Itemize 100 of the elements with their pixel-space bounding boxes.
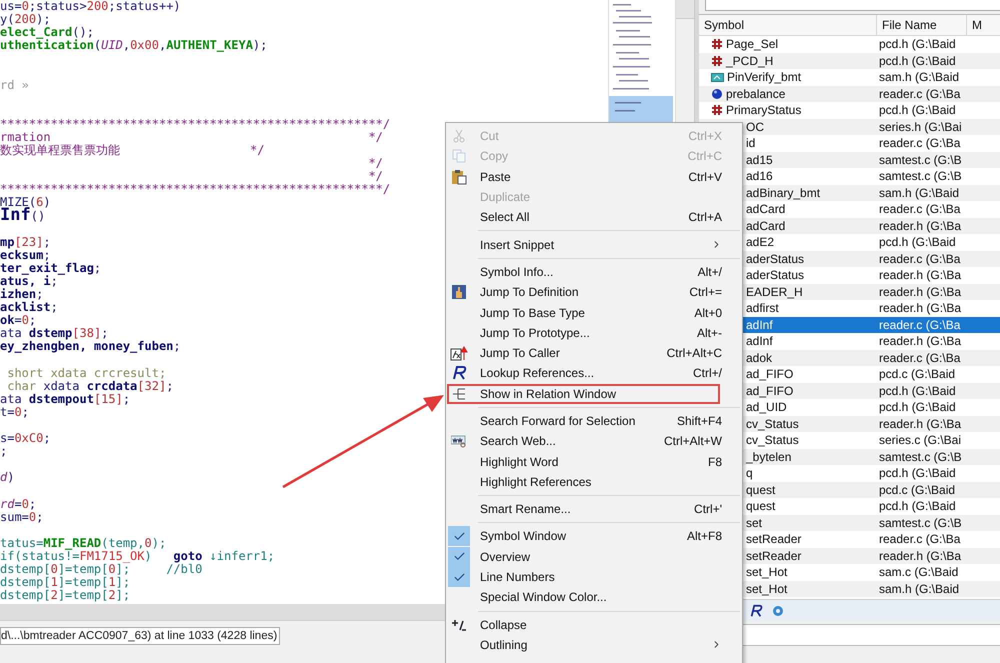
symbol-name: quest <box>746 482 776 497</box>
code-line: dstemp[1]=temp[1]; <box>0 576 130 590</box>
file-name: sam.h (G:\Baid <box>879 582 960 596</box>
symbol-name: PinVerify_bmt <box>727 70 802 84</box>
code-line: dstemp[2]=temp[2]; <box>0 589 130 602</box>
code-line: 数实现单程票售票功能 */ <box>0 144 264 158</box>
file-name: sam.c (G:\Baid <box>879 565 958 580</box>
symbol-name: ad_UID <box>746 400 787 414</box>
code-line: us=0;status>200;status++) <box>0 0 181 14</box>
file-name: reader.h (G:\Ba <box>879 218 962 233</box>
file-name: pcd.h (G:\Baid <box>879 384 956 398</box>
code-line: ata dstemp[38]; <box>0 327 108 340</box>
code-line: sum=0; <box>0 510 44 524</box>
symbol-name: ad_FIFO <box>746 384 794 398</box>
symbol-name: cv_Status <box>746 433 799 448</box>
file-name: reader.h (G:\Ba <box>879 284 962 299</box>
symbol-name: setReader <box>746 532 802 546</box>
code-line: */ <box>367 170 383 184</box>
file-name: sam.h (G:\Baid <box>879 186 960 200</box>
symbol-name: ad_FIFO <box>746 367 794 382</box>
code-line: *****************************************************/ <box>0 118 390 131</box>
code-line: ecksum; <box>0 248 51 262</box>
file-name: sam.h (G:\Baid <box>879 70 960 84</box>
file-name: reader.h (G:\Ba <box>879 301 962 316</box>
code-line: ey_zhengben, money_fuben; <box>0 340 181 354</box>
file-name: reader.h (G:\Ba <box>879 268 962 282</box>
code-line: ter_exit_flag; <box>0 262 102 275</box>
symbol-name: prebalance <box>726 86 786 101</box>
symbol-name: ad16 <box>746 169 773 184</box>
symbol-name: OC <box>746 120 764 134</box>
symbol-name: adInf <box>746 334 773 348</box>
code-line: d) <box>0 471 14 484</box>
file-name: pcd.h (G:\Baid <box>879 103 956 118</box>
file-name: pcd.h (G:\Baid <box>879 466 956 480</box>
symbol-name: adCard <box>746 202 786 216</box>
symbol-name: aderStatus <box>746 268 804 282</box>
file-name: reader.c (G:\Ba <box>879 318 960 332</box>
symbol-name: set_Hot <box>746 565 788 580</box>
code-line: */ <box>367 157 383 170</box>
file-name: reader.c (G:\Ba <box>879 532 960 546</box>
code-line: ok=0; <box>0 314 36 328</box>
code-line: char xdata crcdata[32]; <box>6 380 174 393</box>
status-text: d\...\bmtreader ACC0907_63) at line 1033 (4228 lines) <box>0 627 280 645</box>
file-name: series.c (G:\Bai <box>879 433 962 448</box>
code-line: elect_Card(); <box>0 26 94 40</box>
file-name: reader.c (G:\Ba <box>879 350 960 365</box>
symbol-name: adok <box>746 350 772 365</box>
symbol-name: aderStatus <box>746 252 804 266</box>
code-line: *****************************************************/ <box>0 183 390 196</box>
symbol-name: cv_Status <box>746 416 799 431</box>
symbol-name: PrimaryStatus <box>726 103 802 118</box>
code-line: y(200); <box>0 13 51 26</box>
code-line: rd=0; <box>0 498 36 511</box>
file-name: samtest.c (G:\B <box>879 450 962 464</box>
symbol-name: quest <box>746 499 776 514</box>
file-name: pcd.h (G:\Baid <box>879 37 956 52</box>
code-line: t=0; <box>0 406 29 419</box>
code-line: MIZE(6) <box>0 196 51 210</box>
file-name: samtest.c (G:\B <box>879 516 962 530</box>
symbol-name: set_Hot <box>746 582 788 596</box>
file-name: reader.c (G:\Ba <box>879 252 960 266</box>
file-name: series.h (G:\Bai <box>879 120 962 134</box>
symbol-name: adCard <box>746 218 786 233</box>
file-name: pcd.h (G:\Baid <box>879 54 956 68</box>
symbol-name: Page_Sel <box>726 37 778 52</box>
code-line: mp[23]; <box>0 236 51 249</box>
file-name: reader.h (G:\Ba <box>879 334 962 348</box>
file-name: samtest.c (G:\B <box>879 169 962 184</box>
file-name: reader.c (G:\Ba <box>879 202 960 216</box>
symbol-name: ad15 <box>746 152 773 167</box>
code-line: izhen; <box>0 288 44 302</box>
code-line: uthentication(UID,0x00,AUTHENT_KEYA); <box>0 39 268 52</box>
file-name: reader.c (G:\Ba <box>879 86 960 101</box>
file-name: pcd.h (G:\Baid <box>879 400 956 414</box>
symbol-name: _PCD_H <box>726 54 774 68</box>
code-line: rmation */ <box>0 130 383 144</box>
code-line: atus, i; <box>0 274 58 288</box>
file-name: pcd.h (G:\Baid <box>879 235 956 250</box>
code-line: s=0xC0; <box>0 432 51 446</box>
code-line: ata dstempout[15]; <box>0 392 130 406</box>
file-name: pcd.c (G:\Baid <box>879 367 956 382</box>
symbol-name: setReader <box>746 548 802 563</box>
symbol-name: set <box>746 516 762 530</box>
file-name: reader.c (G:\Ba <box>879 136 960 150</box>
symbol-name: adfirst <box>746 301 779 316</box>
symbol-name: q <box>746 466 753 480</box>
file-name: pcd.h (G:\Baid <box>879 499 956 514</box>
symbol-name: adE2 <box>746 235 774 250</box>
code-line: ; <box>0 445 8 458</box>
code-line: rd » <box>0 78 29 92</box>
code-line: dstemp[0]=temp[0]; //bl0 <box>0 563 202 576</box>
code-line: Inf() <box>0 209 46 224</box>
symbol-name: _bytelen <box>746 450 792 464</box>
symbol-name: EADER_H <box>746 284 803 299</box>
symbol-name: adInf <box>746 318 773 332</box>
file-name: samtest.c (G:\B <box>879 152 962 167</box>
file-name: pcd.c (G:\Baid <box>879 482 956 497</box>
file-name: reader.h (G:\Ba <box>879 416 962 431</box>
code-line: acklist; <box>0 301 58 314</box>
code-line: tatus=MIF_READ(temp,0); <box>0 536 166 550</box>
